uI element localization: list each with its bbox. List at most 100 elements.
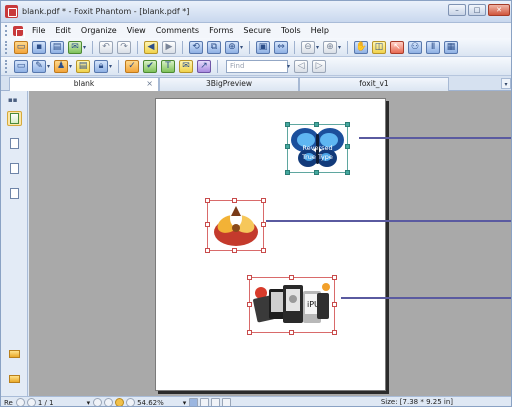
menu-help[interactable]: Help [306,23,334,38]
menu-grip[interactable] [5,25,8,36]
zoom-in-dropdown-icon[interactable]: ▾ [338,44,341,51]
resize-handle[interactable] [261,198,266,203]
ereaders-selection-box[interactable] [247,275,337,335]
zoom-out-icon[interactable]: ⊖ [301,40,316,54]
stamp-dropdown-icon[interactable]: ▾ [69,63,72,70]
binoculars-icon[interactable]: ⚇ [408,40,423,54]
butterfly-selection-box[interactable] [285,122,350,175]
menu-edit[interactable]: Edit [50,23,76,38]
signatures-panel-button[interactable] [7,161,22,176]
menu-comments[interactable]: Comments [151,23,204,38]
resize-handle[interactable] [332,330,337,335]
continuous-facing-icon[interactable] [222,398,232,406]
flower-image[interactable] [205,198,266,253]
undo-icon[interactable]: ↶ [99,40,114,54]
tab-foxit-v1[interactable]: foxit_v1 [299,77,449,91]
ereaders-image[interactable]: iPU [247,275,337,335]
zoom-dropdown-icon[interactable]: ▾ [183,399,187,407]
zoom-in-tool-icon[interactable]: ⊕ [225,40,240,54]
resize-handle[interactable] [232,198,237,203]
resize-handle[interactable] [289,330,294,335]
resize-handle[interactable] [247,330,252,335]
facing-icon[interactable] [211,398,221,406]
user-stamp-icon[interactable]: ♟ [54,59,69,73]
document-menu-icon[interactable] [13,25,25,38]
pdf-sign-icon[interactable]: ✓ [125,59,140,73]
foxit-app-icon[interactable] [5,5,18,18]
resize-handle[interactable] [332,275,337,280]
redo-icon[interactable]: ↷ [117,40,132,54]
panel-grip-icon[interactable]: ▪▪ [8,96,18,104]
menu-file[interactable]: File [27,23,50,38]
open-icon[interactable]: ▭ [14,40,28,54]
page-indicator[interactable]: 1 / 1 [38,399,54,407]
minimize-button[interactable]: – [448,4,466,16]
previous-view-status-icon[interactable] [115,398,125,406]
note-icon[interactable]: ✉ [179,59,194,73]
resize-handle[interactable] [261,248,266,253]
resize-handle[interactable] [247,302,252,307]
image-viewer-icon[interactable]: ▦ [444,40,459,54]
pdf-page[interactable]: Reversed True Type iPU [155,98,511,391]
continuous-icon[interactable] [200,398,210,406]
title-bar[interactable]: blank.pdf * - Foxit Phantom - [blank.pdf… [1,1,511,23]
resize-handle[interactable] [285,170,290,175]
resize-handle[interactable] [314,170,319,175]
arrow-tool-icon[interactable]: ↗ [197,59,212,73]
snapshot-icon[interactable]: ◫ [372,40,387,54]
find-next-icon[interactable]: ▷ [312,59,327,73]
tab-3bigpreview[interactable]: 3BigPreview [159,77,299,91]
tab-blank[interactable]: blank × [9,77,159,91]
zoom-out-dropdown-icon[interactable]: ▾ [316,44,319,51]
resize-handle[interactable] [247,275,252,280]
previous-page-icon[interactable] [26,398,36,406]
find-input[interactable]: Find [226,59,289,73]
resize-handle[interactable] [205,248,210,253]
tab-close-icon[interactable]: × [146,78,153,90]
resize-handle[interactable] [205,198,210,203]
resize-handle[interactable] [345,122,350,127]
text-viewer-icon[interactable]: Ⅱ [426,40,441,54]
resize-handle[interactable] [314,122,319,127]
lock-dropdown-icon[interactable]: ▾ [109,63,112,70]
menu-secure[interactable]: Secure [238,23,276,38]
edit-dropdown-icon[interactable]: ▾ [47,63,50,70]
print-icon[interactable]: ▤ [50,40,64,54]
text-box-icon[interactable]: ▤ [76,59,91,73]
resize-handle[interactable] [205,222,210,227]
menu-forms[interactable]: Forms [204,23,238,38]
document-viewport[interactable]: Reversed True Type iPU [29,91,511,396]
butterfly-image[interactable]: Reversed True Type [285,122,350,175]
attachment-clip-button[interactable] [7,371,22,386]
pages-panel-button[interactable] [7,111,22,126]
next-view-icon[interactable]: ▶ [162,40,177,54]
resize-handle[interactable] [285,122,290,127]
chevron-down-icon[interactable]: ▾ [501,78,511,89]
extract-pages-icon[interactable]: ⧉ [207,40,222,54]
close-button[interactable]: ✕ [488,4,510,16]
layers-panel-button[interactable] [7,136,22,151]
save-icon[interactable]: ▪ [32,40,46,54]
menu-tools[interactable]: Tools [276,23,306,38]
resize-handle[interactable] [345,170,350,175]
last-page-icon[interactable] [104,398,114,406]
first-page-icon[interactable] [15,398,25,406]
find-dropdown-icon[interactable]: ▾ [287,63,290,70]
menu-organize[interactable]: Organize [76,23,122,38]
resize-handle[interactable] [232,248,237,253]
maximize-button[interactable]: □ [468,4,486,16]
page-dropdown-icon[interactable]: ▾ [87,399,91,407]
toolbar-grip[interactable] [5,59,8,73]
menu-view[interactable]: View [122,23,151,38]
email-dropdown-icon[interactable]: ▾ [83,44,86,51]
select-text-icon[interactable]: ↖ [390,40,405,54]
edit-pen-icon[interactable]: ✎ [32,59,46,73]
attachments-panel-button[interactable] [7,186,22,201]
single-page-icon[interactable] [189,398,199,406]
text-tool-icon[interactable]: T [161,59,176,73]
folder-panel-button[interactable] [7,346,22,361]
hand-tool-icon[interactable]: ✋ [354,40,369,54]
fit-page-icon[interactable]: ▣ [256,40,271,54]
next-view-status-icon[interactable] [126,398,136,406]
resize-handle[interactable] [345,144,350,149]
